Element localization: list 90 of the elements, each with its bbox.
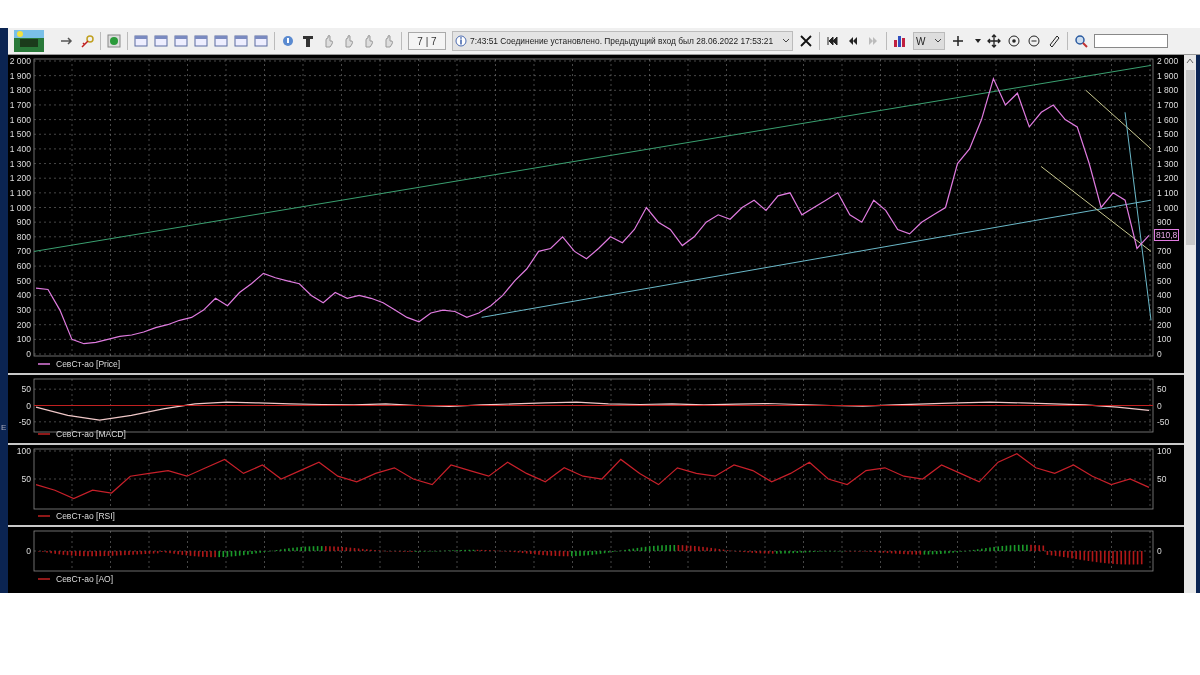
first-page-icon[interactable] <box>826 34 841 48</box>
axis-label: 1 300 <box>1157 158 1179 169</box>
axis-label: 50 <box>21 384 31 395</box>
app-logo-icon[interactable] <box>14 30 44 52</box>
axis-label: 1 400 <box>1157 143 1179 154</box>
axis-label: 50 <box>1157 384 1167 395</box>
window-icon[interactable] <box>154 34 168 48</box>
side-mark: E <box>1 422 7 434</box>
interval-dropdown[interactable]: W <box>913 32 946 50</box>
axis-label: 400 <box>16 290 31 301</box>
bar-chart-icon[interactable] <box>893 34 908 48</box>
caret-icon <box>934 38 943 44</box>
axis-label: 1 800 <box>1157 85 1179 96</box>
move-icon[interactable] <box>987 34 1002 48</box>
axis-label: 1 900 <box>9 70 31 81</box>
info-icon <box>455 35 467 47</box>
axis-label: 1 800 <box>9 85 31 96</box>
zoom-out-icon[interactable] <box>1027 34 1042 48</box>
search-field[interactable] <box>1094 34 1169 48</box>
axis-label: 1 300 <box>9 158 31 169</box>
axis-label: 800 <box>16 231 31 242</box>
window-icon[interactable] <box>134 34 148 48</box>
axis-label: 1 400 <box>9 143 31 154</box>
window-icon[interactable] <box>254 34 268 48</box>
axis-label: 300 <box>1157 305 1172 316</box>
axis-label: 0 <box>26 349 31 359</box>
axis-label: 700 <box>1157 246 1172 257</box>
axis-label: 0 <box>1157 349 1162 359</box>
axis-label: 50 <box>1157 474 1167 484</box>
key-icon[interactable] <box>80 34 94 48</box>
close-icon[interactable] <box>799 34 814 48</box>
axis-label: 300 <box>16 305 31 316</box>
axis-label: 600 <box>16 261 31 272</box>
search-icon[interactable] <box>1074 34 1089 48</box>
axis-label: 1 500 <box>1157 129 1179 140</box>
axis-label: 0 <box>26 546 31 556</box>
axis-label: 2 000 <box>9 56 31 66</box>
axis-label: 2 000 <box>1157 56 1179 66</box>
trend-line[interactable] <box>1085 89 1152 150</box>
axis-label: 1 600 <box>9 114 31 125</box>
axis-label: 1 200 <box>1157 173 1179 184</box>
axis-label: 1 200 <box>9 173 31 184</box>
scroll-thumb[interactable] <box>1185 70 1195 245</box>
axis-label: 1 100 <box>1157 187 1179 198</box>
axis-label: 200 <box>1157 319 1172 330</box>
axis-label: 100 <box>1157 446 1172 456</box>
axis-label: 700 <box>16 246 31 257</box>
axis-label: 600 <box>1157 261 1172 272</box>
axis-label: 100 <box>1157 334 1172 345</box>
ruler-icon[interactable] <box>1047 34 1062 48</box>
trend-line[interactable] <box>481 199 1152 318</box>
legend-label: СевСт-ао [AO] <box>56 574 114 584</box>
text-tool-icon[interactable] <box>301 34 315 48</box>
axis-label: 200 <box>16 319 31 330</box>
trend-line[interactable] <box>1040 166 1152 252</box>
axis-label: 1 600 <box>1157 114 1179 125</box>
counter-field[interactable]: 7 | 7 <box>408 32 446 50</box>
axis-label: 1 000 <box>9 202 31 213</box>
axis-label: 50 <box>21 474 31 484</box>
scroll-up-icon[interactable] <box>1186 58 1194 64</box>
zoom-in-icon[interactable] <box>1007 34 1022 48</box>
axis-label: 900 <box>16 217 31 228</box>
message-dropdown[interactable]: 7:43:51 Соединение установлено. Предыдущий вход был 28.06.2022 17:53:21 <box>452 31 794 51</box>
axis-label: 0 <box>26 400 31 411</box>
legend-label: СевСт-ао [RSI] <box>56 511 115 521</box>
axis-label: 1 100 <box>9 187 31 198</box>
axis-label: 0 <box>1157 546 1162 556</box>
trend-line[interactable] <box>1124 111 1152 321</box>
legend-label: СевСт-ао [Price] <box>56 359 121 369</box>
axis-label: 100 <box>16 446 31 456</box>
axis-label: -50 <box>1157 416 1170 427</box>
axis-label: 400 <box>1157 290 1172 301</box>
axis-label: 1 900 <box>1157 70 1179 81</box>
axis-label: 500 <box>1157 275 1172 286</box>
axis-label: 1 500 <box>9 129 31 140</box>
axis-label: 0 <box>1157 400 1162 411</box>
axis-label: 1 700 <box>1157 99 1179 110</box>
axis-label: 100 <box>16 334 31 345</box>
axis-label: 500 <box>16 275 31 286</box>
scrollbar[interactable] <box>1184 55 1196 593</box>
status-message: 7:43:51 Соединение установлено. Предыдущий вход был 28.06.2022 17:53:21 <box>470 34 774 48</box>
legend-label: СевСт-ао [MACD] <box>56 429 126 439</box>
axis-label: 900 <box>1157 217 1172 228</box>
last-price-tag: 810,8 <box>1154 229 1180 242</box>
axis-label: 1 700 <box>9 99 31 110</box>
info-icon[interactable] <box>281 34 295 48</box>
axis-label: 1 000 <box>1157 202 1179 213</box>
axis-label: -50 <box>18 416 31 427</box>
plus-icon[interactable] <box>951 34 966 48</box>
caret-icon <box>782 38 791 44</box>
